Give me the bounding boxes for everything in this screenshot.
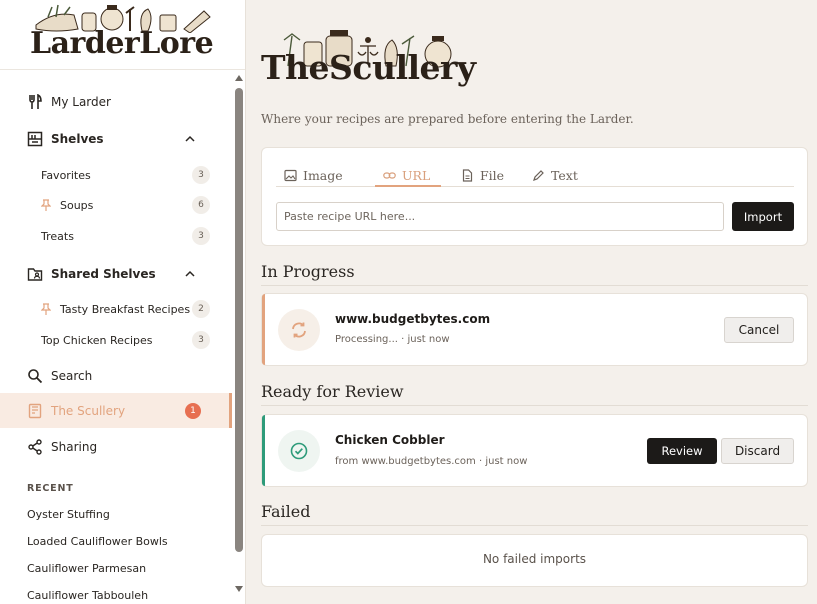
- status-accent: [262, 415, 265, 486]
- tab-image[interactable]: Image: [284, 164, 343, 186]
- chevron-up-icon[interactable]: [184, 133, 196, 145]
- scrollbar-thumb[interactable]: [235, 88, 243, 552]
- item-title: Chicken Cobbler: [335, 433, 445, 447]
- file-icon: [462, 168, 473, 182]
- shelf-item-favorites[interactable]: Favorites 3: [0, 161, 232, 189]
- image-icon: [284, 169, 297, 181]
- in-progress-item: www.budgetbytes.com Processing... · just…: [261, 293, 808, 366]
- import-button[interactable]: Import: [732, 202, 794, 231]
- sidebar-nav: My Larder Shelves Favorites 3 Soups 6 Tr…: [0, 70, 232, 604]
- recent-item[interactable]: Cauliflower Parmesan: [27, 562, 146, 575]
- share-icon: [28, 438, 42, 455]
- sidebar-item-label: Search: [51, 368, 93, 383]
- tab-label: Text: [551, 167, 578, 183]
- processing-status: [278, 309, 320, 351]
- sidebar-item-label: Shared Shelves: [51, 266, 156, 281]
- cancel-button[interactable]: Cancel: [724, 317, 794, 343]
- recent-item[interactable]: Cauliflower Tabbouleh: [27, 589, 148, 602]
- url-input[interactable]: [276, 202, 724, 231]
- link-icon: [383, 171, 396, 179]
- pencil-icon: [533, 169, 544, 181]
- fork-knife-icon: [29, 93, 42, 109]
- sidebar-item-shelves[interactable]: Shelves: [0, 121, 232, 156]
- sidebar-item-scullery[interactable]: The Scullery 1: [0, 393, 232, 428]
- active-tab-underline: [375, 185, 441, 187]
- sidebar-item-search[interactable]: Search: [0, 358, 232, 393]
- sync-icon: [292, 322, 306, 338]
- tab-text[interactable]: Text: [532, 164, 578, 186]
- scroll-down-arrow-icon[interactable]: [235, 586, 243, 592]
- review-button[interactable]: Review: [647, 438, 717, 464]
- shelf-item-label: Top Chicken Recipes: [41, 333, 153, 347]
- chevron-up-icon[interactable]: [184, 268, 196, 280]
- sidebar: LarderLore My Larder Shelves Favorites 3…: [0, 0, 246, 604]
- discard-button[interactable]: Discard: [721, 438, 794, 464]
- recent-item[interactable]: Loaded Cauliflower Bowls: [27, 535, 168, 548]
- sidebar-item-sharing[interactable]: Sharing: [0, 429, 232, 464]
- scroll-up-arrow-icon[interactable]: [235, 75, 243, 81]
- logo-text: LarderLore: [30, 26, 214, 61]
- shelf-item-treats[interactable]: Treats 3: [0, 222, 232, 250]
- import-card: Image URL File Text Import: [261, 147, 808, 246]
- shared-shelf-item-tasty-breakfast[interactable]: Tasty Breakfast Recipes 2: [0, 295, 232, 323]
- in-progress-header: In Progress: [261, 262, 808, 286]
- item-source: from www.budgetbytes.com · just now: [335, 456, 528, 467]
- logo[interactable]: LarderLore: [0, 0, 245, 70]
- sidebar-item-label: My Larder: [51, 94, 111, 109]
- tab-label: File: [480, 167, 505, 183]
- failed-header: Failed: [261, 502, 808, 526]
- search-icon: [28, 368, 43, 383]
- tab-label: URL: [402, 167, 431, 183]
- scullery-icon: [28, 403, 42, 418]
- shared-shelf-item-top-chicken[interactable]: Top Chicken Recipes 3: [0, 326, 232, 354]
- sidebar-item-label: Sharing: [51, 439, 98, 454]
- shelf-item-label: Favorites: [41, 168, 91, 182]
- import-tabs: Image URL File Text: [276, 160, 794, 187]
- shelf-item-label: Soups: [60, 198, 94, 212]
- recent-header: RECENT: [27, 483, 74, 494]
- notification-badge: 1: [185, 402, 201, 419]
- page-title: TheScullery: [261, 48, 476, 87]
- shelf-item-label: Tasty Breakfast Recipes: [60, 302, 191, 316]
- count-badge: 3: [192, 166, 210, 184]
- count-badge: 6: [192, 196, 210, 214]
- ready-status: [278, 430, 320, 472]
- sidebar-scrollbar[interactable]: [232, 70, 245, 604]
- ready-header: Ready for Review: [261, 382, 808, 406]
- item-title: www.budgetbytes.com: [335, 312, 491, 326]
- count-badge: 3: [192, 227, 210, 245]
- failed-list: No failed imports: [261, 534, 808, 587]
- main-content: TheScullery Where your recipes are prepa…: [247, 0, 817, 604]
- check-circle-icon: [290, 442, 308, 460]
- shelf-item-soups[interactable]: Soups 6: [0, 191, 232, 219]
- tab-file[interactable]: File: [461, 164, 504, 186]
- count-badge: 3: [192, 331, 210, 349]
- tab-label: Image: [303, 167, 343, 183]
- folder-user-icon: [27, 267, 43, 281]
- sidebar-item-label: The Scullery: [51, 403, 126, 418]
- ready-item: Chicken Cobbler from www.budgetbytes.com…: [261, 414, 808, 487]
- empty-message: No failed imports: [482, 552, 587, 566]
- shelf-item-label: Treats: [41, 229, 74, 243]
- sidebar-item-my-larder[interactable]: My Larder: [0, 84, 232, 119]
- shelf-icon: [27, 131, 43, 146]
- pin-icon: [41, 303, 51, 315]
- status-accent: [262, 294, 265, 365]
- count-badge: 2: [192, 300, 210, 318]
- item-status: Processing... · just now: [335, 334, 450, 345]
- pin-icon: [41, 199, 51, 211]
- sidebar-item-shared-shelves[interactable]: Shared Shelves: [0, 256, 232, 291]
- tab-url[interactable]: URL: [383, 164, 430, 186]
- sidebar-item-label: Shelves: [51, 131, 104, 146]
- recent-item[interactable]: Oyster Stuffing: [27, 508, 110, 521]
- page-tagline: Where your recipes are prepared before e…: [261, 112, 634, 126]
